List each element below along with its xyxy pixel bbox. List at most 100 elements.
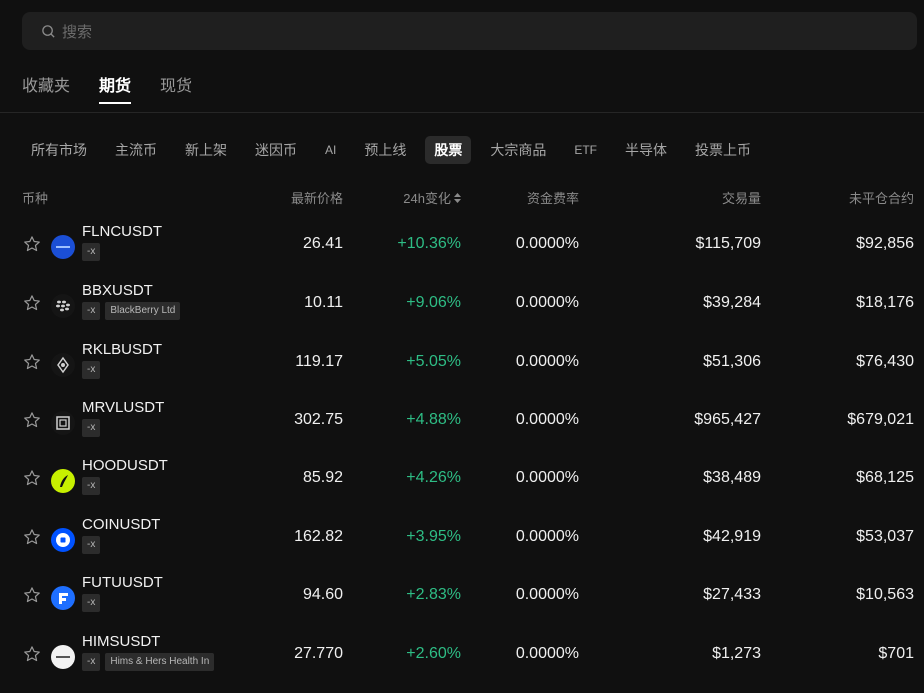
volume: $42,919 <box>703 528 761 545</box>
volume: $115,709 <box>695 235 761 252</box>
futu-logo <box>51 586 75 610</box>
open-interest: $53,037 <box>856 528 914 545</box>
change: +9.06% <box>406 294 461 311</box>
funding-rate: 0.0000% <box>515 235 579 252</box>
price: 10.11 <box>304 294 343 311</box>
symbol: BBXUSDT <box>82 282 153 299</box>
table-row[interactable]: COINUSDT -x 162.82 +3.95% 0.0000% $42,91… <box>0 516 924 576</box>
star-icon[interactable] <box>23 411 41 429</box>
filter-mainstream[interactable]: 主流币 <box>106 136 166 164</box>
col-open-interest[interactable]: 未平仓合约 <box>849 188 914 207</box>
star-icon[interactable] <box>23 645 41 663</box>
funding-rate: 0.0000% <box>515 528 579 545</box>
category-filters: 所有市场 主流币 新上架 迷因币 AI 预上线 股票 大宗商品 ETF 半导体 … <box>22 136 770 164</box>
filter-all-markets[interactable]: 所有市场 <box>22 136 96 164</box>
col-price[interactable]: 最新价格 <box>291 188 343 207</box>
price: 119.17 <box>295 353 343 370</box>
tab-futures[interactable]: 期货 <box>99 74 132 104</box>
funding-rate: 0.0000% <box>515 469 579 486</box>
change: +3.95% <box>406 528 461 545</box>
symbol: COINUSDT <box>82 516 161 533</box>
price: 26.41 <box>302 235 343 252</box>
hims-logo <box>51 645 75 669</box>
open-interest: $68,125 <box>856 469 914 486</box>
company-tag: Hims & Hers Health In <box>105 653 215 671</box>
open-interest: $76,430 <box>856 353 914 370</box>
col-change-label: 24h变化 <box>403 191 451 206</box>
price: 94.60 <box>302 586 343 603</box>
tab-favorites[interactable]: 收藏夹 <box>22 74 70 102</box>
robinhood-logo <box>51 469 75 493</box>
filter-new-listings[interactable]: 新上架 <box>176 136 236 164</box>
coinbase-logo <box>51 528 75 552</box>
volume: $38,489 <box>703 469 761 486</box>
col-funding[interactable]: 资金费率 <box>527 188 579 207</box>
symbol: MRVLUSDT <box>82 399 165 416</box>
star-icon[interactable] <box>23 294 41 312</box>
table-row[interactable]: HIMSUSDT -x Hims & Hers Health In 27.770… <box>0 633 924 693</box>
change: +10.36% <box>397 235 461 252</box>
table-row[interactable]: BBXUSDT -x BlackBerry Ltd 10.11 +9.06% 0… <box>0 282 924 342</box>
table-row[interactable]: HOODUSDT -x 85.92 +4.26% 0.0000% $38,489… <box>0 457 924 517</box>
table-row[interactable]: RKLBUSDT -x 119.17 +5.05% 0.0000% $51,30… <box>0 341 924 401</box>
change: +4.88% <box>406 411 461 428</box>
symbol: RKLBUSDT <box>82 341 163 358</box>
price: 302.75 <box>294 411 343 428</box>
table-row[interactable]: MRVLUSDT -x 302.75 +4.88% 0.0000% $965,4… <box>0 399 924 459</box>
symbol: FLNCUSDT <box>82 223 163 240</box>
leverage-tag: -x <box>82 302 101 320</box>
filter-vote-listing[interactable]: 投票上币 <box>686 136 760 164</box>
volume: $51,306 <box>703 353 761 370</box>
star-icon[interactable] <box>23 235 41 253</box>
open-interest: $18,176 <box>856 294 914 311</box>
filter-semiconductor[interactable]: 半导体 <box>616 136 676 164</box>
filter-meme[interactable]: 迷因币 <box>246 136 306 164</box>
rocketlab-logo <box>51 353 75 377</box>
filter-etf[interactable]: ETF <box>565 136 606 164</box>
open-interest: $701 <box>878 645 914 662</box>
star-icon[interactable] <box>23 528 41 546</box>
leverage-tag: -x <box>82 419 101 437</box>
funding-rate: 0.0000% <box>515 353 579 370</box>
change: +2.83% <box>406 586 461 603</box>
marvell-logo <box>51 411 75 435</box>
leverage-tag: -x <box>82 653 101 671</box>
company-tag: BlackBerry Ltd <box>105 302 181 320</box>
filter-commodities[interactable]: 大宗商品 <box>481 136 555 164</box>
star-icon[interactable] <box>23 353 41 371</box>
volume: $39,284 <box>703 294 761 311</box>
star-icon[interactable] <box>23 586 41 604</box>
star-icon[interactable] <box>23 469 41 487</box>
table-row[interactable]: FLNCUSDT -x 26.41 +10.36% 0.0000% $115,7… <box>0 223 924 283</box>
col-coin[interactable]: 币种 <box>22 188 48 207</box>
col-change[interactable]: 24h变化 <box>403 188 461 207</box>
sort-icon <box>454 192 461 203</box>
funding-rate: 0.0000% <box>515 645 579 662</box>
volume: $1,273 <box>712 645 761 662</box>
filter-stocks[interactable]: 股票 <box>425 136 472 164</box>
open-interest: $10,563 <box>856 586 914 603</box>
fluence-logo <box>51 235 75 259</box>
search-input[interactable]: 搜索 <box>62 21 92 42</box>
open-interest: $92,856 <box>856 235 914 252</box>
funding-rate: 0.0000% <box>515 586 579 603</box>
filter-ai[interactable]: AI <box>316 136 345 164</box>
volume: $965,427 <box>694 411 761 428</box>
price: 162.82 <box>294 528 343 545</box>
funding-rate: 0.0000% <box>515 411 579 428</box>
change: +4.26% <box>406 469 461 486</box>
col-volume[interactable]: 交易量 <box>722 188 761 207</box>
change: +2.60% <box>406 645 461 662</box>
search-bar[interactable]: 搜索 <box>22 12 917 50</box>
leverage-tag: -x <box>82 594 101 612</box>
tab-spot[interactable]: 现货 <box>160 74 192 102</box>
leverage-tag: -x <box>82 536 101 554</box>
leverage-tag: -x <box>82 477 101 495</box>
blackberry-logo <box>51 294 75 318</box>
filter-pre-launch[interactable]: 预上线 <box>355 136 415 164</box>
table-row[interactable]: FUTUUSDT -x 94.60 +2.83% 0.0000% $27,433… <box>0 574 924 634</box>
funding-rate: 0.0000% <box>515 294 579 311</box>
price: 27.770 <box>294 645 343 662</box>
symbol: HOODUSDT <box>82 457 168 474</box>
volume: $27,433 <box>703 586 761 603</box>
